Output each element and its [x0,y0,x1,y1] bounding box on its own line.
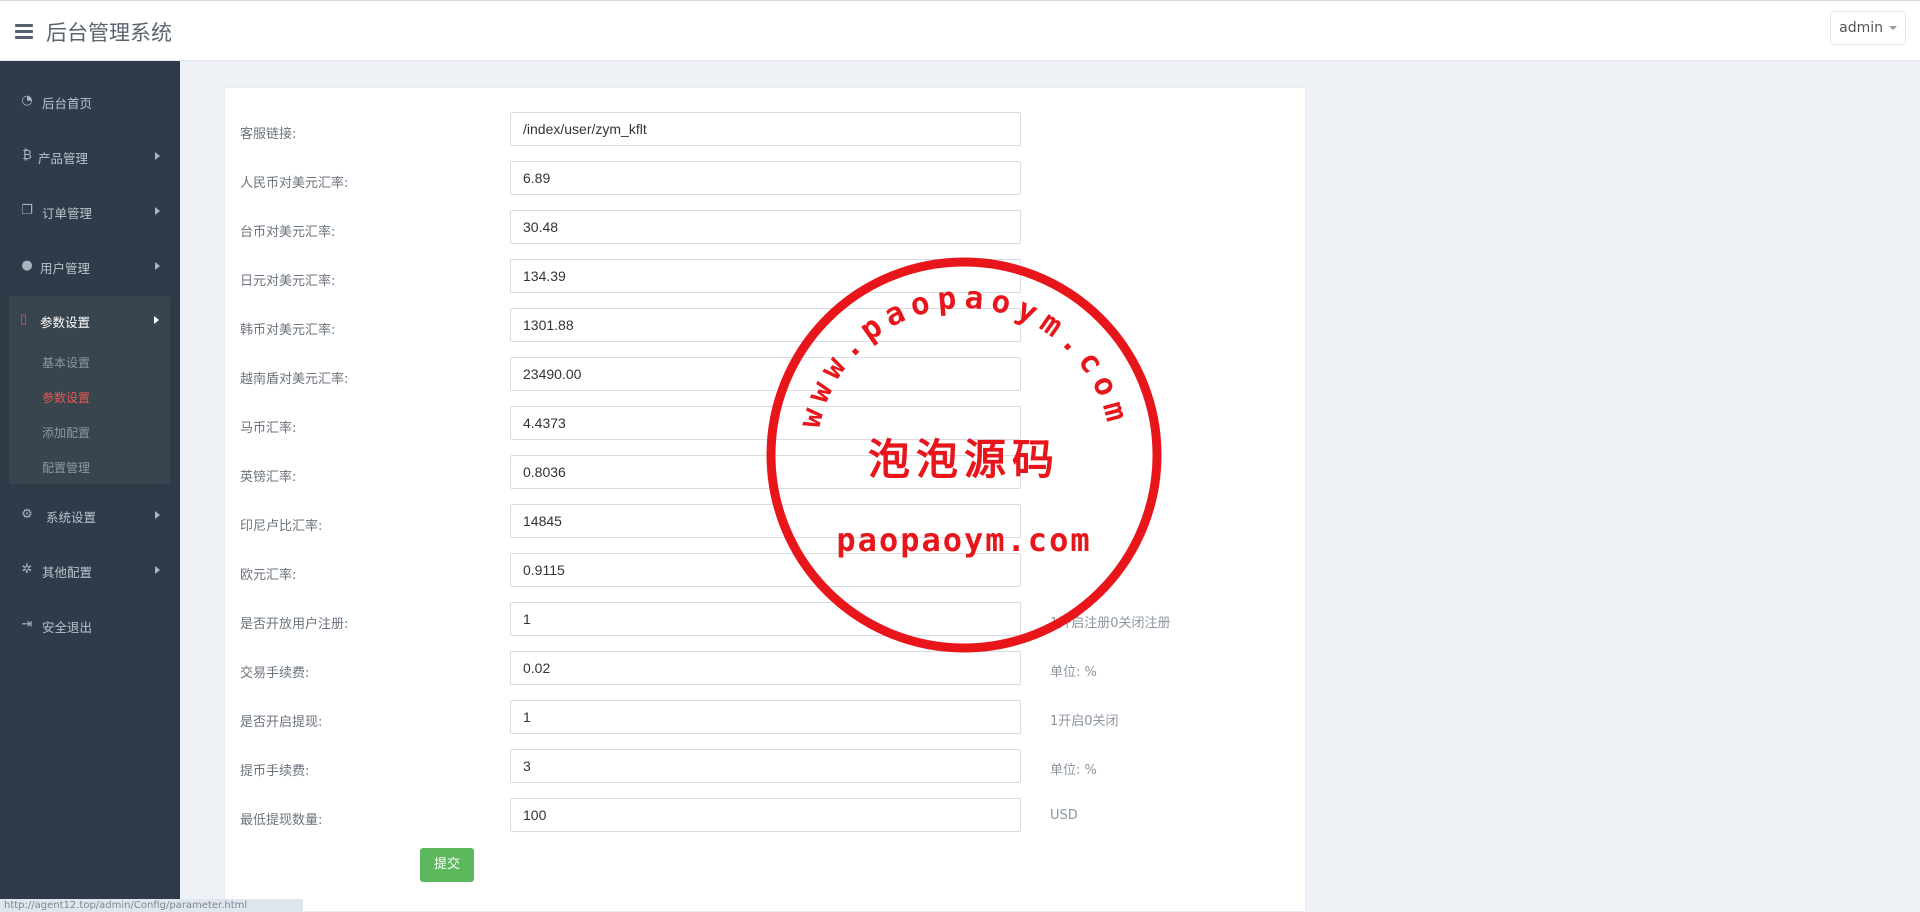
sidebar-item-label: 参数设置 [40,315,91,330]
chevron-right-icon [154,316,159,324]
cny-usd-rate-input[interactable]: 6.89 [510,161,1021,195]
field-label: 韩币对美元汇率: [240,323,336,338]
withdraw-fee-input[interactable]: 3 [510,749,1021,783]
copy-icon: ❐ [21,203,33,218]
file-icon: ▯ [20,312,28,327]
field-hint: USD [1050,808,1078,823]
sidebar-subitem-add-config[interactable]: 添加配置 [42,424,90,441]
field-label: 交易手续费: [240,666,310,681]
sidebar-item-label: 后台首页 [42,96,93,111]
chevron-right-icon [155,207,160,215]
sidebar: ◔ 后台首页 ₿ 产品管理 ❐ 订单管理 ● 用户管理 ▯ 参数设置 基本设置 … [0,61,180,912]
sidebar-item-users[interactable]: ● 用户管理 [0,246,180,286]
watermark-center-text: 泡泡源码 [868,435,1060,484]
chevron-right-icon [155,152,160,160]
user-dropdown[interactable]: admin [1830,11,1906,45]
field-label: 台币对美元汇率: [240,225,336,240]
sidebar-item-label: 订单管理 [42,206,93,221]
sidebar-item-orders[interactable]: ❐ 订单管理 [0,191,180,231]
sidebar-subitem-params[interactable]: 参数设置 [42,389,90,406]
gear-icon: ✲ [21,562,33,577]
field-label: 是否开启提现: [240,715,323,730]
sidebar-subitem-config-manage[interactable]: 配置管理 [42,459,90,476]
field-label: 越南盾对美元汇率: [240,372,349,387]
sidebar-item-label: 系统设置 [46,510,97,525]
caret-down-icon [1889,26,1897,30]
chevron-right-icon [155,566,160,574]
bitcoin-icon: ₿ [22,148,32,163]
form-row: 是否开启提现: 1 1开启0关闭 [225,700,1307,736]
user-icon: ● [21,258,33,273]
sidebar-item-home[interactable]: ◔ 后台首页 [0,81,180,121]
chevron-right-icon [155,511,160,519]
sidebar-group-params: ▯ 参数设置 基本设置 参数设置 添加配置 配置管理 [9,296,170,484]
field-label: 马币汇率: [240,421,297,436]
sidebar-item-params[interactable]: ▯ 参数设置 [9,296,170,344]
field-label: 欧元汇率: [240,568,297,583]
field-label: 英镑汇率: [240,470,297,485]
trade-fee-input[interactable]: 0.02 [510,651,1021,685]
menu-toggle-icon[interactable] [15,24,33,39]
field-label: 客服链接: [240,127,297,142]
sidebar-item-system[interactable]: ⚙ 系统设置 [0,495,180,535]
field-label: 提币手续费: [240,764,310,779]
top-header: 后台管理系统 admin [0,0,1920,61]
field-hint: 单位: % [1050,665,1097,680]
sidebar-item-other[interactable]: ✲ 其他配置 [0,550,180,590]
sign-out-icon: ⇥ [21,617,33,632]
user-name: admin [1839,20,1883,36]
service-link-input[interactable]: /index/user/zym_kflt [510,112,1021,146]
chevron-right-icon [155,262,160,270]
form-row: 客服链接: /index/user/zym_kflt [225,112,1307,148]
sidebar-item-label: 产品管理 [38,151,89,166]
sidebar-item-label: 用户管理 [40,261,91,276]
field-label: 印尼卢比汇率: [240,519,323,534]
field-label: 日元对美元汇率: [240,274,336,289]
browser-status-bar: http://agent12.top/admin/Config/paramete… [0,899,303,912]
sidebar-item-label: 安全退出 [42,620,93,635]
twd-usd-rate-input[interactable]: 30.48 [510,210,1021,244]
sidebar-subitem-basic[interactable]: 基本设置 [42,354,90,371]
sidebar-item-logout[interactable]: ⇥ 安全退出 [0,605,180,645]
sidebar-item-products[interactable]: ₿ 产品管理 [0,136,180,176]
app-title: 后台管理系统 [46,21,172,45]
field-hint: 1开启0关闭 [1050,714,1119,729]
watermark-bottom-text: paopaoym.com [836,521,1091,559]
field-label: 人民币对美元汇率: [240,176,349,191]
gears-icon: ⚙ [21,507,33,522]
submit-button[interactable]: 提交 [420,848,474,882]
form-row: 交易手续费: 0.02 单位: % [225,651,1307,687]
min-withdraw-input[interactable]: 100 [510,798,1021,832]
form-row: 台币对美元汇率: 30.48 [225,210,1307,246]
dashboard-icon: ◔ [21,93,33,108]
form-row: 提币手续费: 3 单位: % [225,749,1307,785]
field-hint: 单位: % [1050,763,1097,778]
sidebar-item-label: 其他配置 [42,565,93,580]
field-label: 最低提现数量: [240,813,323,828]
form-row: 人民币对美元汇率: 6.89 [225,161,1307,197]
field-label: 是否开放用户注册: [240,617,349,632]
form-row: 最低提现数量: 100 USD [225,798,1307,834]
watermark-seal: www.paopaoym.com 泡泡源码 paopaoym.com [766,257,1162,653]
withdraw-open-input[interactable]: 1 [510,700,1021,734]
